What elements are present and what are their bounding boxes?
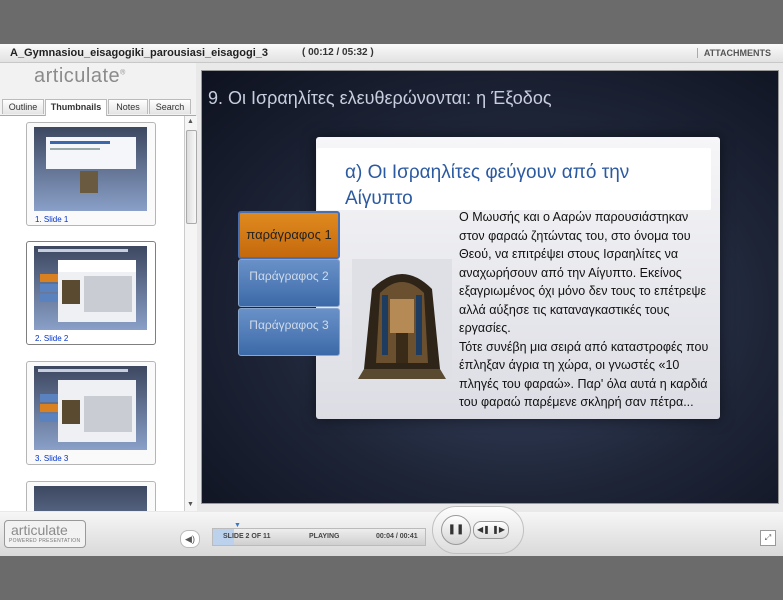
thumbnail-label: 2. Slide 2 (35, 334, 69, 343)
slide-body-text: Ο Μωυσής και ο Ααρών παρουσιάστηκαν στον… (459, 210, 709, 409)
play-control-group: ❚❚ ◀❚ ❚▶ (432, 506, 524, 554)
logo-text: articulate (34, 65, 121, 87)
thumbnail-preview-icon (38, 249, 136, 322)
tab-thumbnails[interactable]: Thumbnails (45, 99, 107, 116)
thumbnail-image (34, 486, 147, 511)
thumbnail-scrollbar[interactable]: ▲ ▼ (184, 116, 197, 511)
slide-title: 9. Οι Ισραηλίτες ελευθερώνονται: η Έξοδο… (208, 88, 552, 108)
paragraph-1-button[interactable]: παράγραφος 1 (238, 211, 340, 259)
thumbnail-preview-icon (46, 137, 136, 193)
section-banner: α) Οι Ισραηλίτες φεύγουν από την Αίγυπτο (317, 148, 711, 210)
playback-controls: articulate POWERED PRESENTATION ◀) ▼ SLI… (0, 506, 783, 556)
volume-icon[interactable]: ◀) (180, 530, 200, 548)
pharaoh-image (352, 259, 452, 379)
thumbnail-slide-1[interactable]: 1. Slide 1 (26, 122, 156, 226)
fullscreen-icon[interactable]: ⤢ (760, 530, 776, 546)
total-time: ( 00:12 / 05:32 ) (302, 47, 374, 58)
thumbnail-slide-3[interactable]: 3. Slide 3 (26, 361, 156, 465)
thumbnail-slide-2[interactable]: 2. Slide 2 (26, 241, 156, 345)
thumbnail-preview-icon (38, 369, 136, 442)
thumbnail-image (34, 366, 147, 450)
attachments-button[interactable]: ATTACHMENTS (696, 48, 771, 58)
progress-bar[interactable]: ▼ SLIDE 2 OF 11 PLAYING 00:04 / 00:41 (212, 522, 426, 546)
tab-outline[interactable]: Outline (2, 99, 44, 114)
pharaoh-mask-icon (352, 259, 452, 379)
paragraph-3-button[interactable]: Παράγραφος 3 (238, 308, 340, 356)
player-window: A_Gymnasiou_eisagogiki_parousiasi_eisago… (0, 44, 783, 556)
paragraph-2-button[interactable]: Παράγραφος 2 (238, 259, 340, 307)
scroll-down-icon[interactable]: ▼ (186, 500, 195, 510)
section-heading: α) Οι Ισραηλίτες φεύγουν από την Αίγυπτο (345, 162, 630, 209)
playback-status: PLAYING (309, 533, 340, 540)
registered-mark-icon: ® (120, 69, 126, 77)
articulate-logo: articulate® (34, 65, 126, 88)
thumbnail-image (34, 246, 147, 330)
seek-buttons[interactable]: ◀❚ ❚▶ (473, 521, 509, 539)
articulate-footer-logo[interactable]: articulate POWERED PRESENTATION (4, 520, 86, 548)
slide-time: 00:04 / 00:41 (376, 533, 418, 540)
progress-marker-icon[interactable]: ▼ (234, 522, 241, 529)
thumbnail-label: 3. Slide 3 (35, 454, 69, 463)
scrollbar-thumb[interactable] (186, 130, 197, 224)
thumbnail-image (34, 127, 147, 211)
thumbnail-list: 1. Slide 1 2. Slide 2 3. Slide 3 (0, 116, 184, 511)
slide-stage: 9. Οι Ισραηλίτες ελευθερώνονται: η Έξοδο… (201, 70, 779, 504)
thumbnail-label: 1. Slide 1 (35, 215, 69, 224)
presentation-title: A_Gymnasiou_eisagogiki_parousiasi_eisago… (10, 47, 268, 59)
footer-logo-caption: POWERED PRESENTATION (9, 538, 81, 544)
sidebar-tabs: Outline Thumbnails Notes Search (0, 99, 196, 116)
scroll-up-icon[interactable]: ▲ (186, 117, 195, 127)
slide-counter: SLIDE 2 OF 11 (223, 533, 271, 540)
tab-search[interactable]: Search (149, 99, 191, 114)
title-bar: A_Gymnasiou_eisagogiki_parousiasi_eisago… (0, 44, 783, 63)
tab-notes[interactable]: Notes (108, 99, 148, 114)
thumbnail-slide-4[interactable] (26, 481, 156, 511)
footer-logo-text: articulate (11, 522, 68, 538)
sidebar: articulate® Outline Thumbnails Notes Sea… (0, 63, 197, 511)
pause-button[interactable]: ❚❚ (441, 515, 471, 545)
